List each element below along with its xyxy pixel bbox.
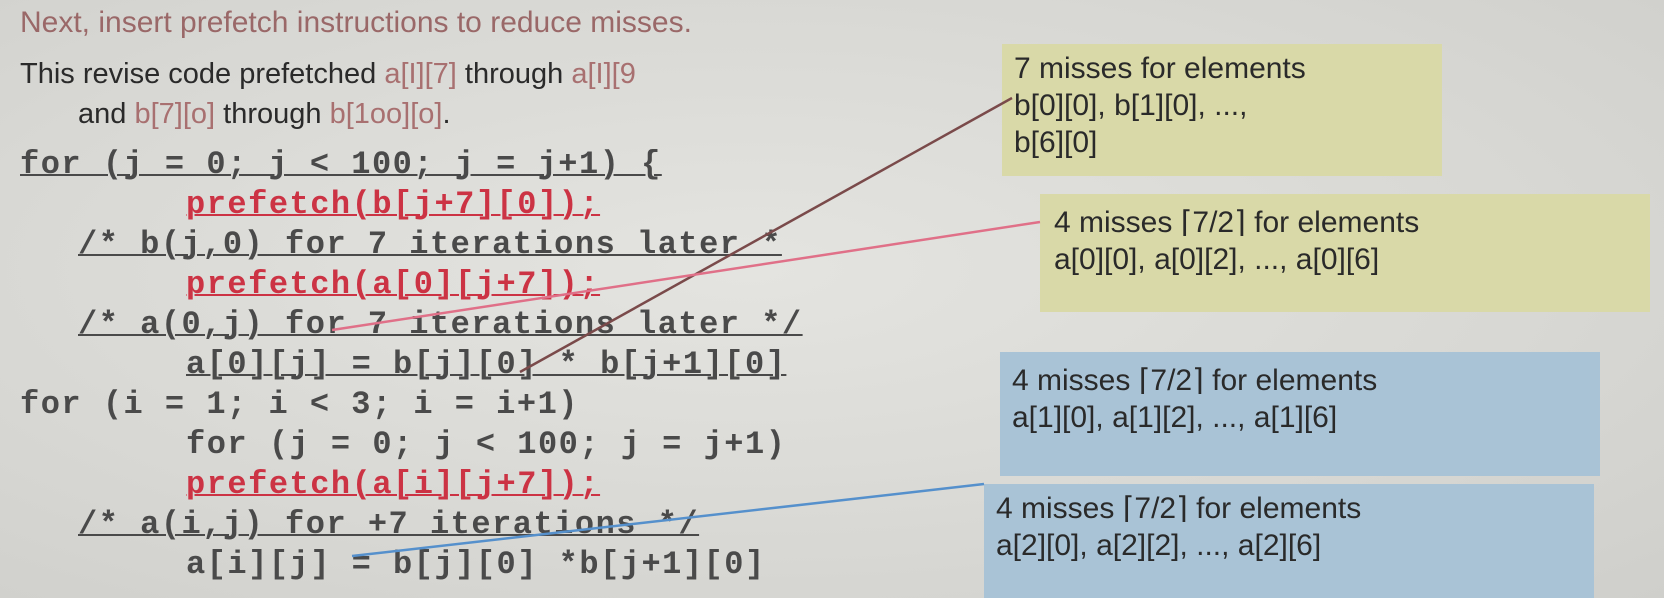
annotation-text: a[0][0], a[0][2], ..., a[0][6] xyxy=(1054,243,1380,276)
code-line-comment-b: /* b(j,0) for 7 iterations later * xyxy=(78,226,782,263)
intro-highlight: a[I][9 xyxy=(571,58,636,90)
intro-text: . xyxy=(442,98,451,130)
code-line-prefetch-a0: prefetch(a[0][j+7]); xyxy=(186,266,601,303)
annotation-text: 4 misses ⌈7/2⌉ for elements xyxy=(1054,206,1420,239)
code-line-prefetch-ai: prefetch(a[i][j+7]); xyxy=(186,466,601,503)
annotation-text: 4 misses ⌈7/2⌉ for elements xyxy=(996,492,1362,525)
intro-line-1: This revise code prefetched a[I][7] thro… xyxy=(20,58,636,91)
annotation-text: b[0][0], b[1][0], ..., xyxy=(1014,89,1248,122)
annotation-box-a2-misses: 4 misses ⌈7/2⌉ for elements a[2][0], a[2… xyxy=(984,484,1594,598)
annotation-text: a[1][0], a[1][2], ..., a[1][6] xyxy=(1012,401,1338,434)
intro-text: This revise code prefetched xyxy=(20,58,385,90)
code-line-inner-j-loop: for (j = 0; j < 100; j = j+1) xyxy=(186,426,787,463)
intro-text: through xyxy=(456,58,572,90)
intro-highlight: a[I][7] xyxy=(384,58,457,90)
annotation-box-a1-misses: 4 misses ⌈7/2⌉ for elements a[1][0], a[1… xyxy=(1000,352,1600,476)
slide: Next, insert prefetch instructions to re… xyxy=(0,0,1664,598)
code-line-prefetch-b: prefetch(b[j+7][0]); xyxy=(186,186,601,223)
code-line-comment-ai: /* a(i,j) for +7 iterations */ xyxy=(78,506,700,543)
annotation-text: b[6][0] xyxy=(1014,126,1098,159)
code-line-comment-a0: /* a(0,j) for 7 iterations later */ xyxy=(78,306,803,343)
annotation-text: a[2][0], a[2][2], ..., a[2][6] xyxy=(996,529,1322,562)
code-line-assign-ai: a[i][j] = b[j][0] *b[j+1][0] xyxy=(186,546,766,583)
intro-highlight: b[7][o] xyxy=(134,98,216,130)
slide-heading: Next, insert prefetch instructions to re… xyxy=(20,6,692,39)
intro-text: through xyxy=(215,98,330,130)
annotation-text: 7 misses for elements xyxy=(1014,52,1306,85)
intro-highlight: b[1oo][o] xyxy=(329,98,443,130)
intro-text: and xyxy=(78,98,135,130)
code-line-outer-loop: for (j = 0; j < 100; j = j+1) { xyxy=(20,146,662,183)
code-line-i-loop: for (i = 1; i < 3; i = i+1) xyxy=(20,386,579,423)
code-line-assign-a0: a[0][j] = b[j][0] * b[j+1][0] xyxy=(186,346,787,383)
intro-line-2: and b[7][o] through b[1oo][o]. xyxy=(78,98,451,131)
annotation-box-b-misses: 7 misses for elements b[0][0], b[1][0], … xyxy=(1002,44,1442,176)
annotation-text: 4 misses ⌈7/2⌉ for elements xyxy=(1012,364,1378,397)
annotation-box-a0-misses: 4 misses ⌈7/2⌉ for elements a[0][0], a[0… xyxy=(1040,194,1650,312)
